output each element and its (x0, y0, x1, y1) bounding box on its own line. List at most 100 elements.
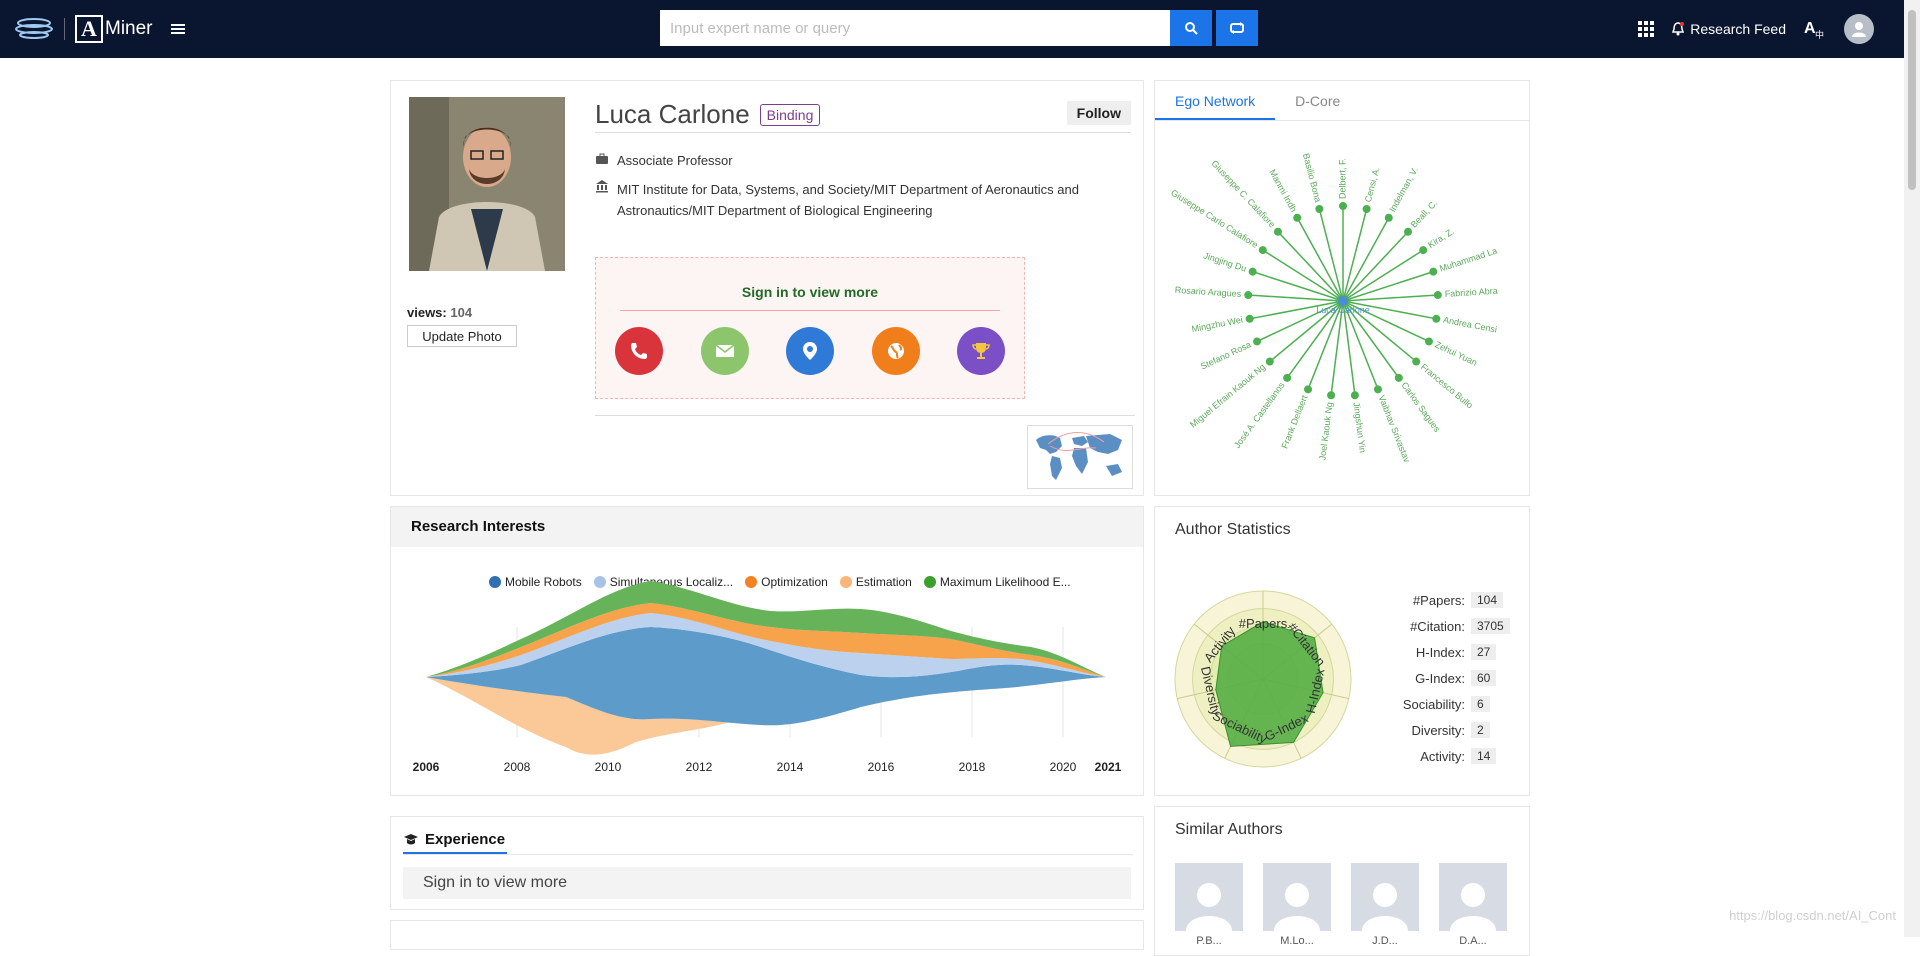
ego-node[interactable] (1404, 227, 1413, 236)
search-button[interactable] (1170, 10, 1212, 46)
stat-value: 6 (1471, 696, 1490, 712)
ego-node-label[interactable]: Francesco Bullo (1419, 362, 1475, 411)
ego-center-label: Luca Carlone (1316, 305, 1370, 315)
similar-author-item[interactable]: P.B... (1175, 863, 1243, 947)
signin-prompt[interactable]: Sign in to view more (596, 284, 1024, 300)
ego-node[interactable] (1258, 246, 1267, 255)
world-map-thumbnail[interactable] (1027, 425, 1133, 489)
ego-node[interactable] (1339, 202, 1347, 210)
mail-icon[interactable] (700, 327, 749, 375)
ego-node-label[interactable]: Joel Kaouk Ng (1317, 401, 1334, 460)
experience-signin[interactable]: Sign in to view more (403, 867, 1131, 899)
research-interests-title: Research Interests (391, 507, 1143, 547)
ego-node-label[interactable]: Stefano Rosa (1199, 339, 1253, 371)
ego-node[interactable] (1394, 373, 1403, 382)
scrollbar-thumb[interactable] (1908, 10, 1916, 190)
ego-node[interactable] (1293, 213, 1302, 222)
ego-node-label[interactable]: Manmi Indh (1267, 168, 1298, 214)
ego-node-label[interactable]: Zehui Yuan (1433, 339, 1478, 367)
ego-node[interactable] (1429, 267, 1438, 276)
research-feed-link[interactable]: Research Feed (1672, 21, 1786, 37)
ego-network-graph[interactable]: Delbert, F. Censi, A. Indelman, V.Beall, C… (1155, 121, 1529, 495)
similar-authors-card: Similar Authors P.B... M.Lo... J.D... D.… (1154, 806, 1530, 956)
ego-node[interactable] (1304, 385, 1313, 394)
ego-node[interactable] (1283, 373, 1292, 382)
ego-node[interactable] (1419, 246, 1428, 255)
globe-icon[interactable] (871, 327, 920, 375)
experience-tab[interactable]: Experience (403, 831, 507, 854)
avatar (1439, 863, 1507, 931)
stat-key: Activity: (1420, 748, 1465, 764)
ego-node-label[interactable]: Beall, C. (1409, 198, 1440, 230)
ego-node[interactable] (1265, 357, 1274, 366)
streamgraph[interactable]: 2006 2008 2010 2012 2014 2016 2018 2020 … (391, 547, 1143, 795)
phone-icon[interactable] (615, 327, 663, 375)
similar-author-item[interactable]: M.Lo... (1263, 863, 1331, 947)
similar-author-item[interactable]: J.D... (1351, 863, 1419, 947)
ego-tabs: Ego Network D-Core (1155, 81, 1529, 121)
search-bar (660, 10, 1258, 46)
experience-title: Experience (425, 831, 506, 848)
search-input[interactable] (660, 10, 1170, 46)
avatar (1263, 863, 1331, 931)
switch-search-button[interactable] (1216, 10, 1258, 46)
tab-ego-network[interactable]: Ego Network (1155, 81, 1276, 120)
ego-node-label[interactable]: Delbert, F. (1337, 158, 1347, 199)
ego-node[interactable] (1362, 204, 1371, 213)
ego-node-label[interactable]: Frank Dellaert (1279, 393, 1309, 450)
ego-node[interactable] (1253, 337, 1262, 346)
stat-key: #Citation: (1410, 618, 1465, 634)
aminer-logo[interactable]: A Miner (75, 15, 153, 43)
binding-badge[interactable]: Binding (759, 103, 821, 126)
profile-photo (409, 97, 565, 271)
year-label: 2016 (868, 760, 895, 774)
location-icon[interactable] (786, 327, 834, 375)
affiliation-line-2: Astronautics/MIT Department of Biologica… (617, 203, 933, 218)
ego-node-label[interactable]: Muhammad La (1438, 246, 1498, 274)
radar-chart[interactable]: #Papers#CitationH-IndexG-IndexSociabilit… (1155, 567, 1355, 787)
ego-node-label[interactable]: Rosario Aragues (1175, 285, 1243, 299)
update-photo-button[interactable]: Update Photo (407, 325, 517, 347)
ego-node-label[interactable]: Andrea Censi (1442, 315, 1497, 335)
acemap-logo[interactable] (14, 17, 54, 41)
ego-node[interactable] (1315, 204, 1324, 213)
ego-node-label[interactable]: Basilio Bona (1301, 152, 1323, 203)
ego-node-label[interactable]: Censi, A. (1363, 166, 1382, 203)
author-statistics-title: Author Statistics (1175, 521, 1291, 538)
ego-node-label[interactable]: Carlos Sagues (1399, 380, 1442, 434)
stat-row: G-Index: 60 (1365, 665, 1510, 691)
apps-grid-icon[interactable] (1638, 21, 1655, 37)
page-scrollbar[interactable] (1904, 0, 1920, 937)
ego-node[interactable] (1373, 385, 1382, 394)
ego-node[interactable] (1350, 391, 1359, 400)
ego-node-label[interactable]: Jingshun Yin (1351, 401, 1367, 453)
ego-node[interactable] (1327, 391, 1336, 400)
ego-node[interactable] (1248, 267, 1257, 276)
ego-node[interactable] (1244, 291, 1253, 300)
ego-node[interactable] (1412, 357, 1421, 366)
ego-node-label[interactable]: Fabrizio Abra (1444, 286, 1498, 299)
ego-node-label[interactable]: Jingjing Du (1202, 250, 1247, 273)
stat-row: #Papers: 104 (1365, 587, 1510, 613)
ego-node-label[interactable]: Indelman, V. (1387, 165, 1420, 213)
translate-icon[interactable]: A中 (1804, 19, 1826, 39)
ego-node[interactable] (1424, 337, 1433, 346)
ego-node[interactable] (1245, 314, 1254, 323)
contact-icons (615, 327, 1005, 375)
ego-node[interactable] (1432, 314, 1441, 323)
profile-divider (595, 415, 1135, 416)
tab-d-core[interactable]: D-Core (1275, 81, 1360, 120)
ego-node-label[interactable]: Mingzhu Wei (1191, 315, 1244, 335)
ego-node[interactable] (1433, 291, 1442, 300)
follow-button[interactable]: Follow (1066, 101, 1131, 125)
ego-node[interactable] (1273, 227, 1282, 236)
ego-node-label[interactable]: Vaibhav Srivastav (1376, 394, 1412, 465)
stat-row: Sociability: 6 (1365, 691, 1510, 717)
menu-icon[interactable] (170, 22, 185, 36)
trophy-icon[interactable] (957, 327, 1005, 375)
similar-author-item[interactable]: D.A... (1439, 863, 1507, 947)
user-avatar[interactable] (1844, 14, 1874, 44)
ego-node[interactable] (1384, 213, 1393, 222)
ego-node-label[interactable]: Kira, Z. (1426, 226, 1456, 250)
experience-card: Experience Sign in to view more (390, 816, 1144, 910)
